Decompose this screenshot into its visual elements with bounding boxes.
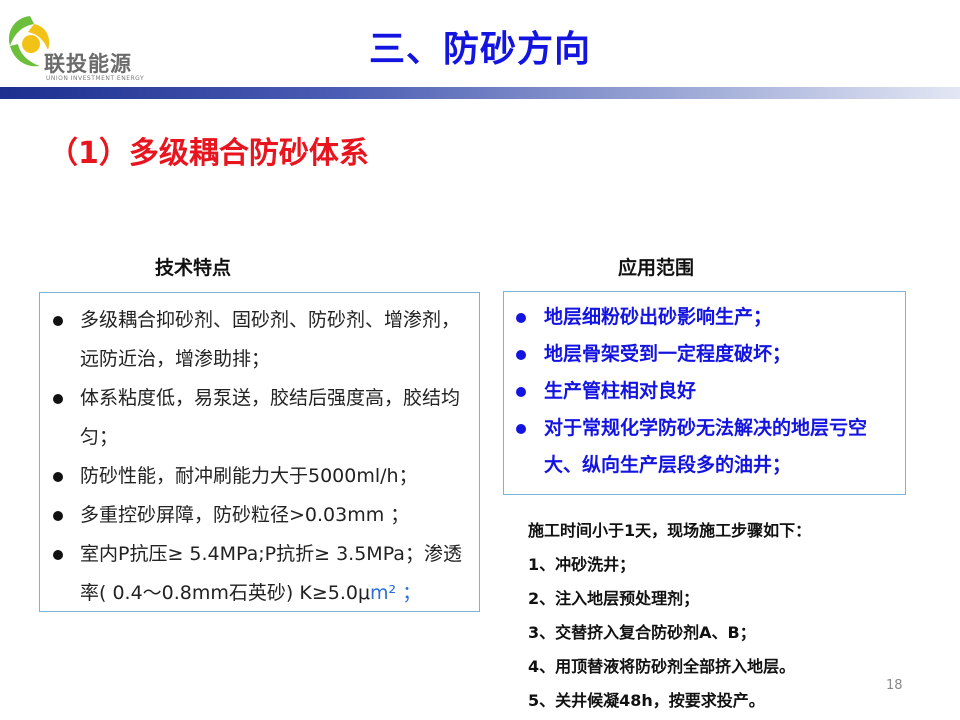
list-item: 多重控砂屏障，防砂粒径>0.03mm ；	[40, 496, 469, 535]
application-scope-list: 地层细粉砂出砂影响生产； 地层骨架受到一定程度破坏； 生产管柱相对良好 对于常规…	[504, 299, 897, 484]
tech-features-list: 多级耦合抑砂剂、固砂剂、防砂剂、增渗剂，远防近治，增渗助排； 体系粘度低，易泵送…	[40, 301, 469, 613]
step-item: 2、注入地层预处理剂；	[528, 589, 700, 608]
list-item: 地层细粉砂出砂影响生产；	[504, 299, 897, 336]
page-number: 18	[886, 678, 903, 693]
bullet-icon	[53, 472, 63, 482]
step-item: 4、用顶替液将防砂剂全部挤入地层。	[528, 657, 796, 676]
bullet-icon	[516, 350, 526, 360]
list-item: 多级耦合抑砂剂、固砂剂、防砂剂、增渗剂，远防近治，增渗助排；	[40, 301, 469, 379]
bullet-icon	[516, 387, 526, 397]
application-scope-heading: 应用范围	[618, 257, 695, 279]
application-scope-box: 地层细粉砂出砂影响生产； 地层骨架受到一定程度破坏； 生产管柱相对良好 对于常规…	[503, 291, 906, 495]
tech-features-box: 多级耦合抑砂剂、固砂剂、防砂剂、增渗剂，远防近治，增渗助排； 体系粘度低，易泵送…	[39, 292, 480, 612]
bullet-icon	[53, 550, 63, 560]
construction-steps: 施工时间小于1天，现场施工步骤如下： 1、冲砂洗井； 2、注入地层预处理剂； 3…	[528, 514, 928, 718]
list-item: 对于常规化学防砂无法解决的地层亏空大、纵向生产层段多的油井；	[504, 410, 897, 484]
list-item: 防砂性能，耐冲刷能力大于5000ml/h；	[40, 457, 469, 496]
list-item: 室内P抗压≥ 5.4MPa;P抗折≥ 3.5MPa；渗透率( 0.4～0.8mm…	[40, 535, 469, 613]
list-item: 生产管柱相对良好	[504, 373, 897, 410]
list-item: 体系粘度低，易泵送，胶结后强度高，胶结均匀；	[40, 379, 469, 457]
bullet-icon	[53, 511, 63, 521]
bullet-icon	[53, 394, 63, 404]
logo-english-name: UNION INVESTMENT ENERGY	[46, 75, 145, 82]
bullet-icon	[53, 316, 63, 326]
tech-features-heading: 技术特点	[155, 257, 232, 279]
step-item: 3、交替挤入复合防砂剂A、B；	[528, 623, 756, 642]
header-gradient-bar	[0, 87, 960, 99]
unit-tail: m² ；	[370, 582, 422, 604]
steps-intro: 施工时间小于1天，现场施工步骤如下：	[528, 521, 812, 540]
slide-title: 三、防砂方向	[368, 29, 591, 70]
section-title: （1）多级耦合防砂体系	[48, 136, 369, 171]
list-item: 地层骨架受到一定程度破坏；	[504, 336, 897, 373]
step-item: 5、关井候凝48h，按要求投产。	[528, 691, 765, 710]
bullet-icon	[516, 424, 526, 434]
bullet-icon	[516, 313, 526, 323]
step-item: 1、冲砂洗井；	[528, 555, 636, 574]
